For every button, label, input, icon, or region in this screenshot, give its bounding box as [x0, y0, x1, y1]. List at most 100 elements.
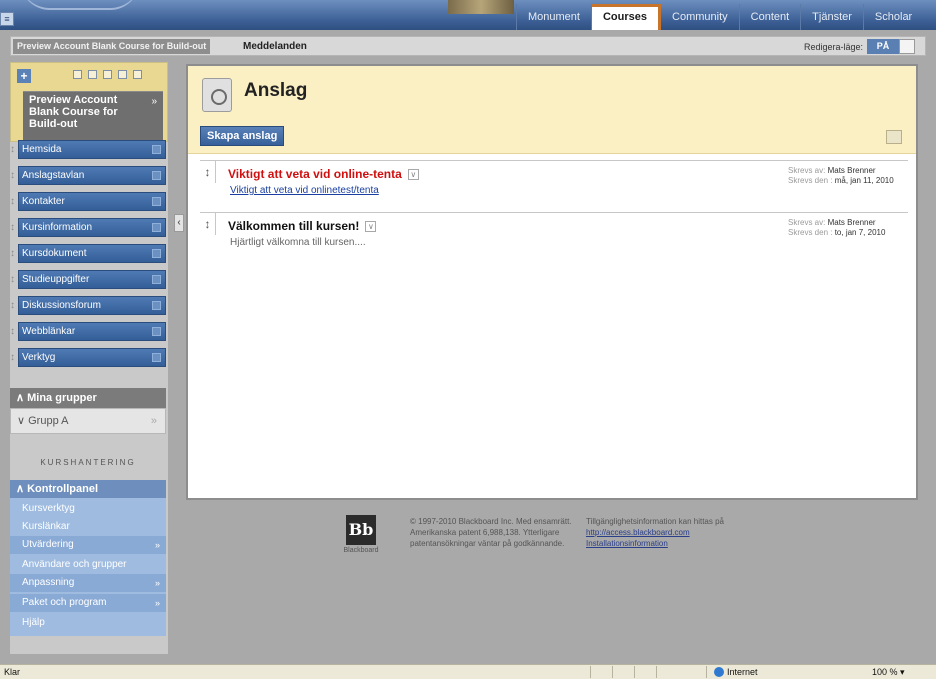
sidebar-item-label: Kursdokument — [22, 248, 87, 259]
copyright-text: © 1997-2010 Blackboard Inc. Med ensamrät… — [410, 517, 572, 548]
course-menu-header: + Preview Account Blank Course for Build… — [10, 62, 168, 142]
drag-handle-icon[interactable]: ↕ — [200, 161, 216, 183]
drag-handle-icon[interactable]: ↕ — [10, 143, 16, 156]
announcement-title[interactable]: Välkommen till kursen! ∨ — [228, 219, 377, 233]
edit-mode-label: Redigera-läge: — [803, 42, 863, 52]
drag-handle-icon[interactable]: ↕ — [10, 247, 16, 260]
sidebar-item-diskussionsforum[interactable]: ↕ Diskussionsforum — [10, 296, 168, 315]
tab-community[interactable]: Community — [658, 4, 739, 30]
edit-mode-off-toggle[interactable] — [899, 39, 915, 54]
sidebar-item-label: Diskussionsforum — [22, 300, 101, 311]
tab-monument[interactable]: Monument — [516, 4, 591, 30]
post-date: to, jan 7, 2010 — [834, 228, 886, 237]
chevron-right-icon[interactable]: » — [151, 96, 157, 107]
menu-options-icon[interactable] — [152, 145, 161, 154]
menu-options-icon[interactable] — [152, 249, 161, 258]
menu-options-icon[interactable] — [152, 197, 161, 206]
zoom-control[interactable]: 100 % ▾ — [872, 665, 905, 679]
status-divider — [590, 666, 591, 678]
status-divider — [634, 666, 635, 678]
globe-icon — [714, 667, 724, 677]
tab-content[interactable]: Content — [738, 4, 801, 30]
status-text: Klar — [4, 667, 21, 677]
course-management-label: KURSHANTERING — [40, 458, 136, 467]
control-panel-list: Kursverktyg Kurslänkar Utvärdering» Anvä… — [10, 498, 166, 636]
chevron-right-icon: » — [154, 598, 160, 608]
sidebar-item-verktyg[interactable]: ↕ Verktyg — [10, 348, 168, 367]
chevron-right-icon[interactable]: » — [151, 409, 157, 433]
author-name: Mats Brenner — [827, 166, 876, 175]
breadcrumb-course[interactable]: Preview Account Blank Course for Build-o… — [13, 39, 211, 54]
add-menu-item-button[interactable]: + — [17, 69, 31, 83]
announcement-icon — [202, 78, 232, 112]
sidebar-item-kursinformation[interactable]: ↕ Kursinformation — [10, 218, 168, 237]
collapse-sidebar-icon[interactable]: ‹ — [174, 214, 184, 232]
menu-view-icons — [73, 70, 142, 79]
course-title: Preview Account Blank Course for Build-o… — [29, 94, 118, 130]
folder-view-icon[interactable] — [88, 70, 97, 79]
drag-handle-icon[interactable]: ↕ — [10, 221, 16, 234]
tab-tjanster[interactable]: Tjänster — [800, 4, 863, 30]
drag-handle-icon[interactable]: ↕ — [10, 351, 16, 364]
sidebar-item-label: Anslagstavlan — [22, 170, 85, 181]
browser-status-bar: Klar Internet 100 % ▾ — [0, 664, 936, 679]
window-icon[interactable] — [103, 70, 112, 79]
page-header: Anslag Skapa anslag — [188, 66, 916, 154]
control-item-anpassning[interactable]: Anpassning» — [10, 574, 166, 592]
control-item-kursverktyg[interactable]: Kursverktyg — [10, 500, 166, 518]
list-view-icon[interactable] — [73, 70, 82, 79]
chevron-down-icon[interactable]: ∨ — [407, 169, 419, 180]
security-zone: Internet — [714, 665, 758, 679]
sidebar-item-kursdokument[interactable]: ↕ Kursdokument — [10, 244, 168, 263]
accessibility-link[interactable]: http://access.blackboard.com — [586, 527, 786, 538]
sidebar-item-label: Kontakter — [22, 196, 65, 207]
sidebar-item-label: Webblänkar — [22, 326, 76, 337]
grid-icon[interactable] — [133, 70, 142, 79]
announcement-body: Hjärtligt välkomna till kursen.... — [230, 237, 366, 248]
group-item[interactable]: ∨ Grupp A» — [10, 408, 166, 434]
edit-mode-toggle[interactable]: PÅ — [867, 39, 899, 54]
control-item-hjalp[interactable]: Hjälp — [10, 614, 166, 632]
drag-handle-icon[interactable]: ↕ — [200, 213, 216, 235]
sidebar-item-label: Verktyg — [22, 352, 56, 363]
control-item-anvandare-grupper[interactable]: Användare och grupper — [10, 556, 166, 574]
sidebar-item-hemsida[interactable]: ↕ Hemsida — [10, 140, 168, 159]
drag-handle-icon[interactable]: ↕ — [10, 299, 16, 312]
tab-scholar[interactable]: Scholar — [862, 4, 923, 30]
announcement-item: ↕ Välkommen till kursen! ∨ Hjärtligt välk… — [200, 212, 908, 258]
sidebar-item-kontakter[interactable]: ↕ Kontakter — [10, 192, 168, 211]
announcement-meta: Skrevs av: Mats Brenner Skrevs den : to,… — [788, 218, 886, 237]
gear-icon[interactable] — [118, 70, 127, 79]
drag-handle-icon[interactable]: ↕ — [10, 325, 16, 338]
chevron-down-icon[interactable]: ∨ — [365, 221, 377, 232]
menu-options-icon[interactable] — [152, 301, 161, 310]
announcement-title[interactable]: Viktigt att veta vid online-tenta ∨ — [228, 167, 419, 181]
sidebar-item-anslagstavlan[interactable]: ↕ Anslagstavlan — [10, 166, 168, 185]
control-item-utvardering[interactable]: Utvärdering» — [10, 536, 166, 554]
tab-courses[interactable]: Courses — [590, 4, 659, 30]
drag-handle-icon[interactable]: ↕ — [10, 169, 16, 182]
announcement-link[interactable]: Viktigt att veta vid onlinetest/tenta — [230, 185, 379, 196]
menu-options-icon[interactable] — [152, 327, 161, 336]
window-menu-icon[interactable]: ≡ — [0, 12, 14, 26]
drag-handle-icon[interactable]: ↕ — [10, 195, 16, 208]
menu-options-icon[interactable] — [152, 275, 161, 284]
menu-options-icon[interactable] — [152, 353, 161, 362]
accessibility-info: Tillgänglighetsinformation kan hittas på… — [586, 516, 786, 549]
sidebar-item-webblankar[interactable]: ↕ Webblänkar — [10, 322, 168, 341]
course-title-box[interactable]: Preview Account Blank Course for Build-o… — [23, 91, 163, 141]
menu-options-icon[interactable] — [152, 171, 161, 180]
breadcrumb-page: Meddelanden — [243, 41, 307, 52]
settings-icon[interactable] — [886, 130, 902, 144]
control-item-paket-program[interactable]: Paket och program» — [10, 594, 166, 612]
drag-handle-icon[interactable]: ↕ — [10, 273, 16, 286]
control-panel-header[interactable]: ∧ Kontrollpanel — [10, 480, 166, 498]
menu-options-icon[interactable] — [152, 223, 161, 232]
sidebar-item-studieuppgifter[interactable]: ↕ Studieuppgifter — [10, 270, 168, 289]
create-announcement-button[interactable]: Skapa anslag — [200, 126, 285, 146]
my-groups-header[interactable]: ∧ Mina grupper — [10, 388, 166, 408]
control-item-kurslankar[interactable]: Kurslänkar — [10, 518, 166, 536]
status-divider — [706, 666, 707, 678]
installation-link[interactable]: Installationsinformation — [586, 538, 786, 549]
sidebar-item-label: Studieuppgifter — [22, 274, 90, 285]
